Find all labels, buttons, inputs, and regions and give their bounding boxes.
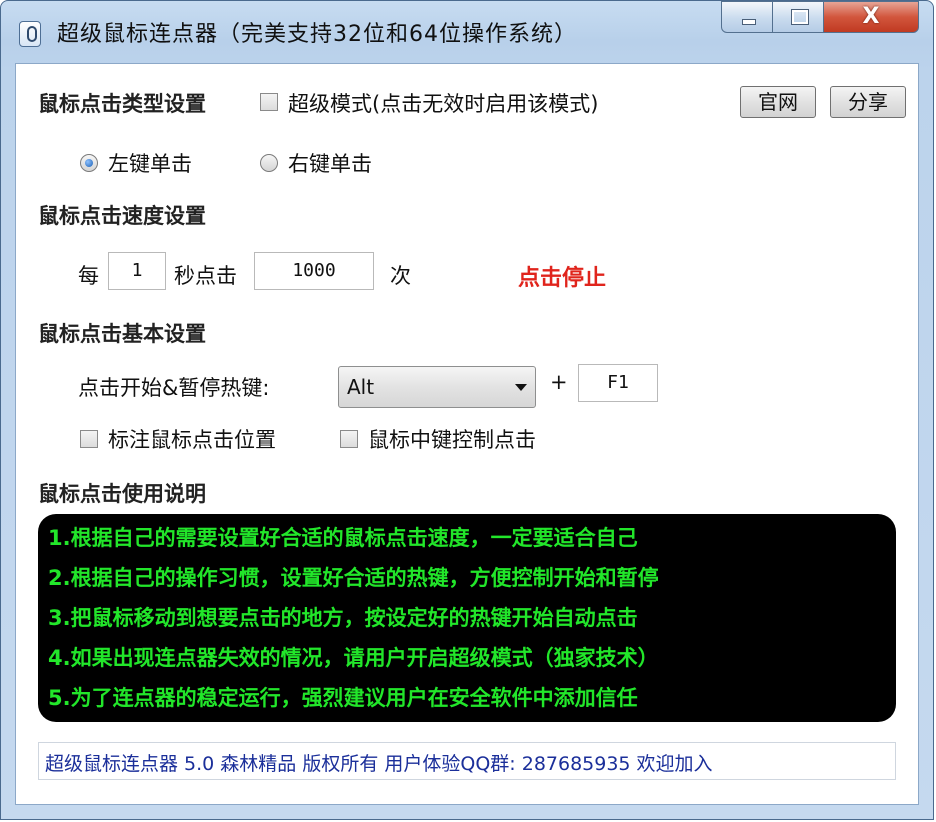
- minimize-icon: [742, 19, 756, 25]
- usage-tip: 4.如果出现连点器失效的情况，请用户开启超级模式（独家技术）: [48, 646, 659, 670]
- mark-position-checkbox[interactable]: [80, 430, 98, 448]
- title-bar[interactable]: 超级鼠标连点器（完美支持32位和64位操作系统） X: [1, 1, 933, 63]
- official-site-button[interactable]: 官网: [740, 86, 816, 118]
- super-mode-checkbox[interactable]: [260, 93, 278, 111]
- app-window: 超级鼠标连点器（完美支持32位和64位操作系统） X 鼠标点击类型设置 超级模式…: [0, 0, 934, 820]
- left-click-label[interactable]: 左键单击: [108, 148, 192, 178]
- basic-settings-heading: 鼠标点击基本设置: [38, 322, 206, 346]
- click-speed-heading: 鼠标点击速度设置: [38, 204, 206, 228]
- close-button[interactable]: X: [823, 1, 919, 33]
- usage-tip: 3.把鼠标移动到想要点击的地方，按设定好的热键开始自动点击: [48, 606, 638, 630]
- modifier-key-select[interactable]: Alt: [338, 366, 536, 408]
- copyright-footer: 超级鼠标连点器 5.0 森林精品 版权所有 用户体验QQ群: 287685935…: [38, 742, 896, 780]
- right-click-label[interactable]: 右键单击: [288, 148, 372, 178]
- maximize-icon: [791, 9, 809, 25]
- middle-button-label[interactable]: 鼠标中键控制点击: [368, 424, 536, 454]
- mouse-icon: [19, 21, 41, 47]
- minimize-button[interactable]: [721, 1, 773, 33]
- super-mode-label[interactable]: 超级模式(点击无效时启用该模式): [288, 88, 598, 118]
- client-area: 鼠标点击类型设置 超级模式(点击无效时启用该模式) 官网 分享 左键单击 右键单…: [15, 63, 919, 805]
- usage-tip: 2.根据自己的操作习惯，设置好合适的热键，方便控制开始和暂停: [48, 566, 659, 590]
- click-type-heading: 鼠标点击类型设置: [38, 92, 206, 116]
- copyright-text: 超级鼠标连点器 5.0 森林精品 版权所有 用户体验QQ群: 287685935…: [45, 753, 713, 775]
- click-status: 点击停止: [518, 266, 607, 291]
- dropdown-arrow-icon: [515, 384, 527, 391]
- hotkey-input[interactable]: F1: [578, 364, 658, 402]
- usage-instructions-panel: 1.根据自己的需要设置好合适的鼠标点击速度，一定要适合自己 2.根据自己的操作习…: [38, 514, 896, 722]
- window-title: 超级鼠标连点器（完美支持32位和64位操作系统）: [57, 22, 577, 47]
- middle-button-checkbox[interactable]: [340, 430, 358, 448]
- hotkey-label: 点击开始&暂停热键:: [78, 376, 270, 400]
- seconds-input[interactable]: 1: [108, 252, 166, 290]
- maximize-button[interactable]: [772, 1, 824, 33]
- usage-tip: 5.为了连点器的稳定运行，强烈建议用户在安全软件中添加信任: [48, 686, 638, 710]
- mark-position-label[interactable]: 标注鼠标点击位置: [108, 424, 276, 454]
- close-icon: X: [862, 4, 880, 29]
- every-label: 每: [78, 264, 99, 288]
- usage-heading: 鼠标点击使用说明: [38, 482, 206, 506]
- right-click-radio[interactable]: [260, 154, 278, 172]
- modifier-key-value: Alt: [347, 375, 375, 399]
- seconds-click-label: 秒点击: [174, 264, 237, 288]
- left-click-radio[interactable]: [80, 154, 98, 172]
- plus-label: +: [550, 370, 568, 394]
- share-button[interactable]: 分享: [830, 86, 906, 118]
- usage-tip: 1.根据自己的需要设置好合适的鼠标点击速度，一定要适合自己: [48, 526, 638, 550]
- clicks-input[interactable]: 1000: [254, 252, 374, 290]
- times-label: 次: [390, 264, 411, 288]
